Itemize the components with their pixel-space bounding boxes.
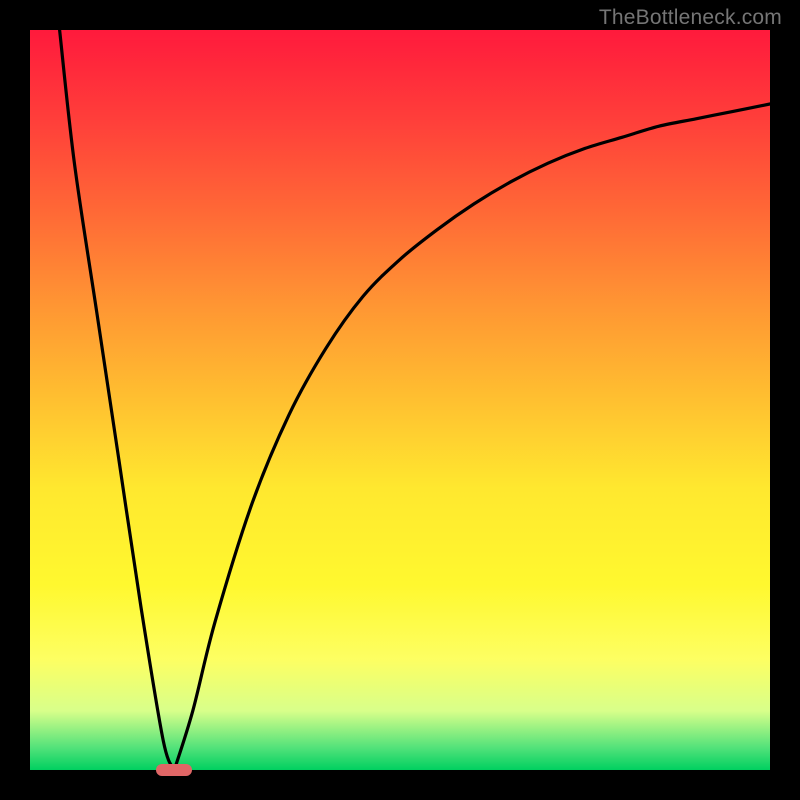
curve-svg (30, 30, 770, 770)
plot-area (30, 30, 770, 770)
chart-container: TheBottleneck.com (0, 0, 800, 800)
left-branch-curve (60, 30, 175, 770)
watermark-text: TheBottleneck.com (599, 6, 782, 30)
minimum-marker (156, 764, 192, 776)
right-branch-curve (174, 104, 770, 770)
